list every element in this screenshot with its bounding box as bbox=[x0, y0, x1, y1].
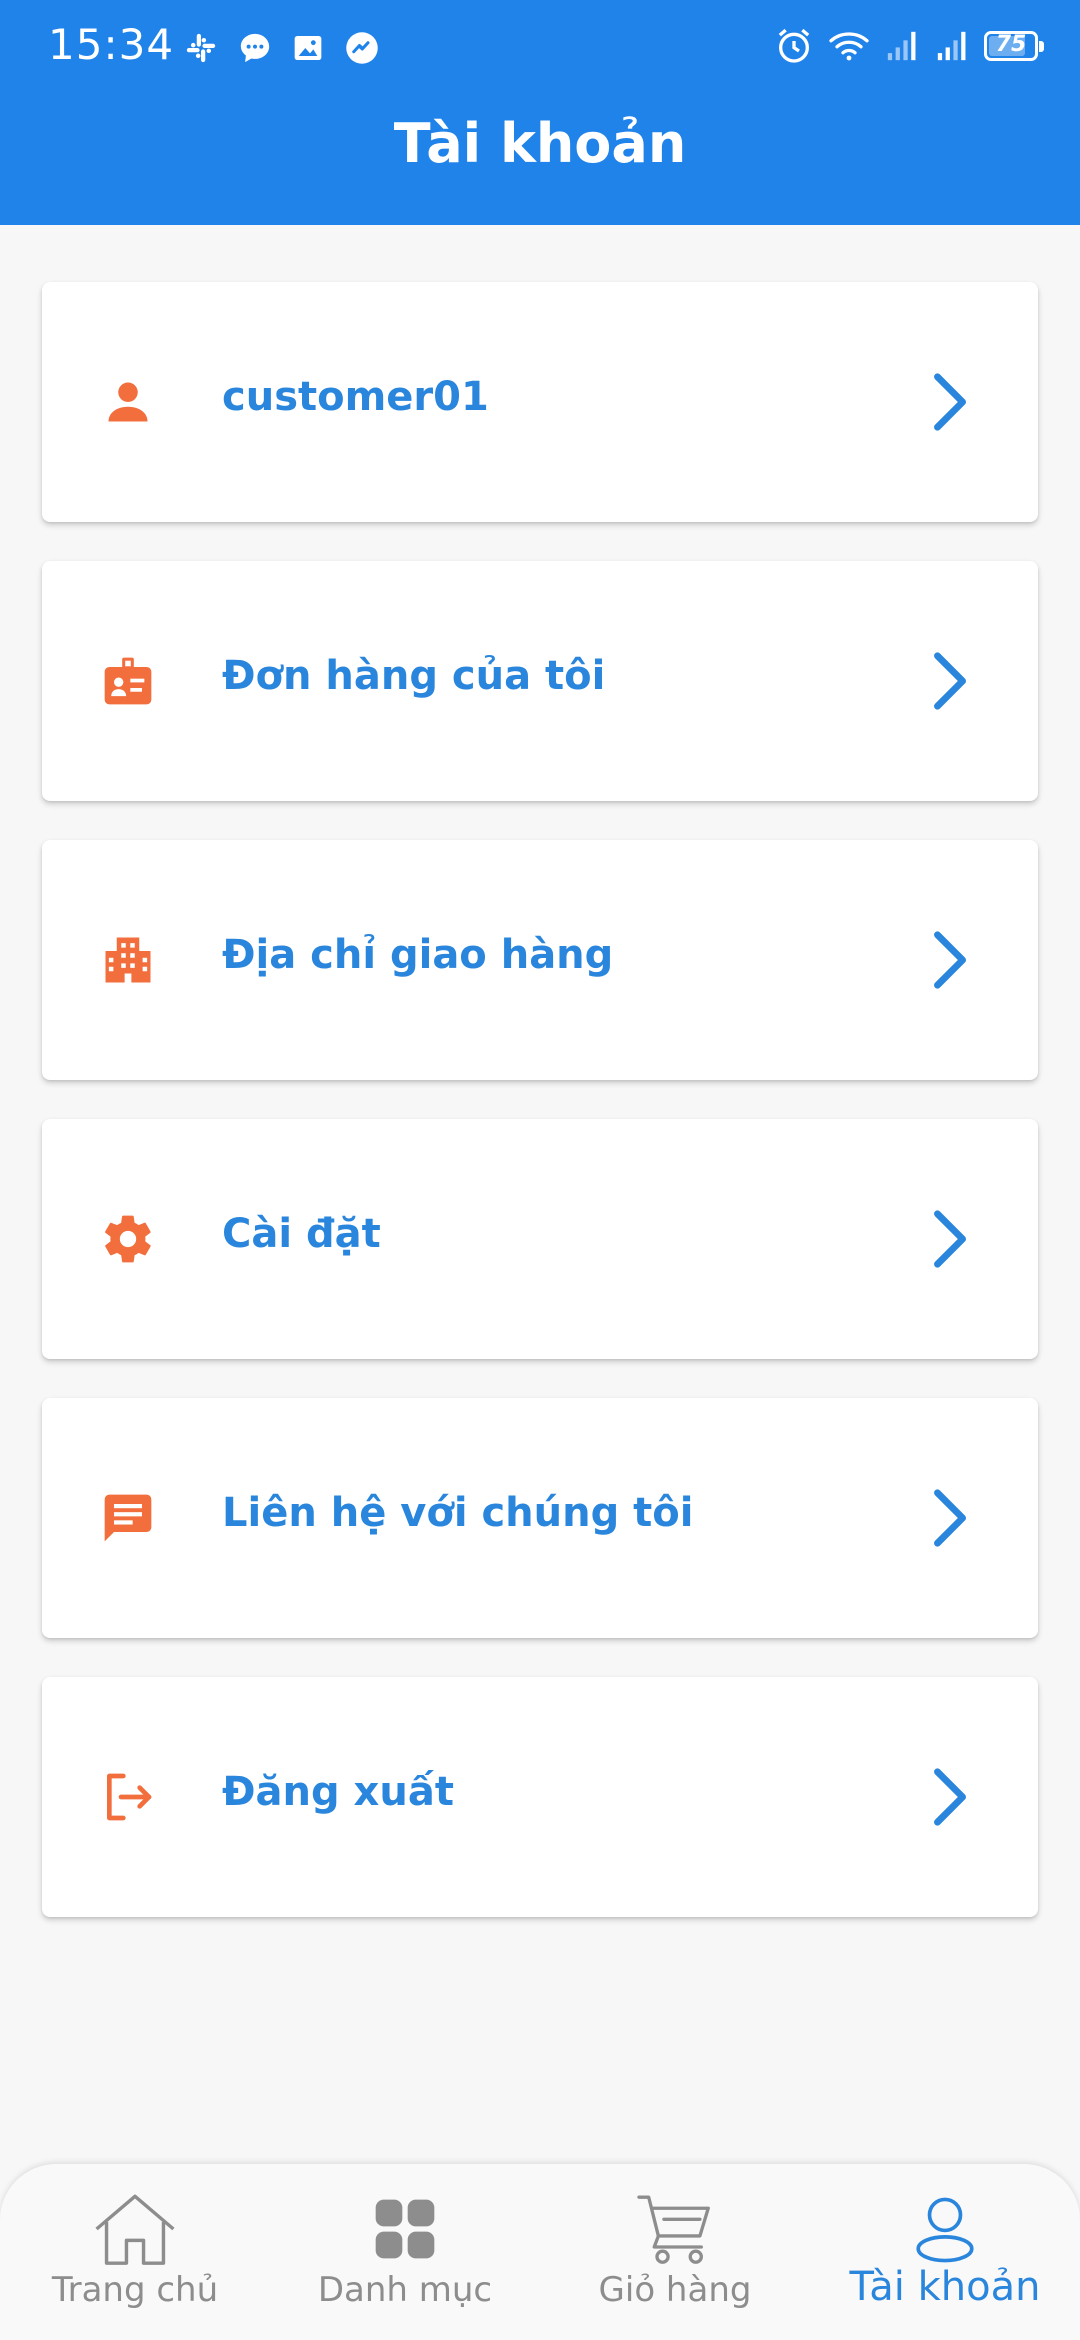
notification-icons bbox=[184, 28, 380, 68]
system-icons: 75 bbox=[774, 24, 1044, 68]
menu-item-my-orders[interactable]: Đơn hàng của tôi bbox=[42, 561, 1038, 801]
chat-bubble-icon bbox=[238, 31, 272, 65]
cart-icon bbox=[540, 2192, 810, 2266]
gear-icon bbox=[98, 1209, 158, 1269]
account-menu: customer01 Đơn hàng của tôi Địa chỉ giao… bbox=[42, 282, 1038, 1956]
page-title: Tài khoản bbox=[393, 112, 687, 175]
signal-icon bbox=[884, 29, 920, 63]
menu-item-label: Địa chỉ giao hàng bbox=[222, 932, 614, 978]
status-bar: 15:34 75 bbox=[0, 0, 1080, 92]
nav-label: Tài khoản bbox=[849, 2264, 1041, 2310]
message-icon bbox=[98, 1488, 158, 1548]
chevron-right-icon bbox=[930, 928, 972, 992]
nav-item-categories[interactable]: Danh mục bbox=[270, 2164, 540, 2340]
chevron-right-icon bbox=[930, 370, 972, 434]
nav-item-cart[interactable]: Giỏ hàng bbox=[540, 2164, 810, 2340]
person-icon bbox=[98, 372, 158, 432]
messenger-icon bbox=[344, 30, 380, 66]
menu-item-profile[interactable]: customer01 bbox=[42, 282, 1038, 522]
signal-icon bbox=[934, 29, 970, 63]
image-icon bbox=[292, 32, 324, 64]
chevron-right-icon bbox=[930, 1765, 972, 1829]
nav-item-home[interactable]: Trang chủ bbox=[0, 2164, 270, 2340]
menu-item-label: Đăng xuất bbox=[222, 1769, 454, 1815]
slack-icon bbox=[184, 31, 218, 65]
menu-item-label: customer01 bbox=[222, 374, 489, 420]
menu-item-label: Cài đặt bbox=[222, 1211, 381, 1257]
battery-icon: 75 bbox=[984, 31, 1044, 61]
nav-item-account[interactable]: Tài khoản bbox=[810, 2164, 1080, 2340]
id-badge-icon bbox=[98, 651, 158, 711]
nav-label: Trang chủ bbox=[51, 2270, 219, 2310]
chevron-right-icon bbox=[930, 1486, 972, 1550]
app-header: 15:34 75 Tài khoản bbox=[0, 0, 1080, 225]
menu-item-shipping-address[interactable]: Địa chỉ giao hàng bbox=[42, 840, 1038, 1080]
chevron-right-icon bbox=[930, 649, 972, 713]
menu-item-settings[interactable]: Cài đặt bbox=[42, 1119, 1038, 1359]
menu-item-contact-us[interactable]: Liên hệ với chúng tôi bbox=[42, 1398, 1038, 1638]
nav-label: Danh mục bbox=[317, 2270, 493, 2310]
menu-item-label: Đơn hàng của tôi bbox=[222, 653, 606, 699]
status-time: 15:34 bbox=[48, 20, 175, 69]
menu-item-label: Liên hệ với chúng tôi bbox=[222, 1490, 694, 1536]
menu-item-logout[interactable]: Đăng xuất bbox=[42, 1677, 1038, 1917]
chevron-right-icon bbox=[930, 1207, 972, 1271]
user-icon bbox=[810, 2192, 1080, 2266]
home-icon bbox=[0, 2192, 270, 2266]
bottom-navigation: Trang chủ Danh mục Giỏ hàng Tài khoản bbox=[0, 2164, 1080, 2340]
alarm-icon bbox=[774, 26, 814, 66]
nav-label: Giỏ hàng bbox=[598, 2270, 752, 2310]
building-icon bbox=[98, 930, 158, 990]
grid-icon bbox=[270, 2192, 540, 2266]
wifi-icon bbox=[828, 28, 870, 64]
logout-icon bbox=[98, 1767, 158, 1827]
battery-level: 75 bbox=[995, 32, 1027, 57]
